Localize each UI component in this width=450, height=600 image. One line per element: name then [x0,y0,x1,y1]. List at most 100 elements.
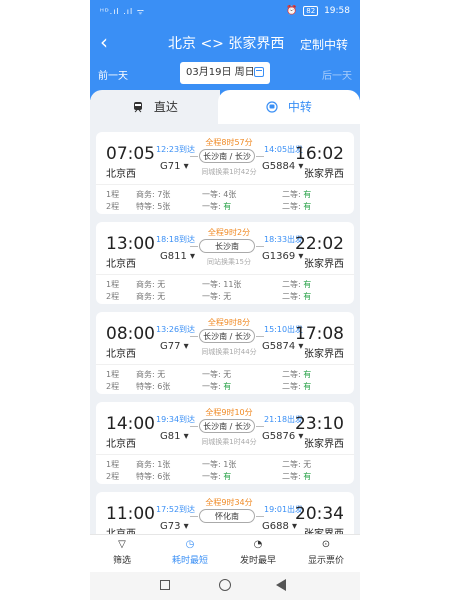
tab-direct-label: 直达 [153,100,178,114]
price-icon: ⊙ [321,539,331,550]
first-train-number[interactable]: G811 ▾ [160,251,195,262]
seat-availability: 1程 商务: 7张 一等: 4张 二等: 有 2程 特等: 5张 一等: 有 二… [96,184,354,213]
seat-availability: 1程 商务: 1张 一等: 1张 二等: 无 2程 特等: 6张 一等: 有 二… [96,454,354,483]
seat-availability: 1程 商务: 无 一等: 无 二等: 有 2程 特等: 6张 一等: 有 二等:… [96,364,354,393]
arrival-time: 22:02 [295,234,344,254]
chevron-down-icon: ▾ [183,161,189,172]
chevron-down-icon: ▾ [190,251,196,262]
arrival-station: 张家界西 [304,525,344,534]
battery-icon: 82 [303,6,319,16]
departure-time: 08:00 [106,324,155,344]
chevron-down-icon: ▾ [183,341,189,352]
first-train-number[interactable]: G73 ▾ [160,521,189,532]
status-time-area: ⏰ 82 19:58 [286,6,350,16]
departure-station: 北京西 [106,169,136,180]
second-train-number[interactable]: G688 ▾ [262,521,297,532]
arrival-station: 张家界西 [304,169,344,180]
date-picker[interactable]: 03月19日 周日 [180,62,270,84]
alarm-icon: ⏰ [286,6,298,16]
seat-row-leg1: 1程 商务: 无 一等: 11张 二等: 有 [106,280,312,289]
tab-bar: 直达 中转 [90,90,360,124]
chevron-down-icon: ▾ [183,521,189,532]
total-duration: 全程9时8分 [207,318,251,327]
next-day-button[interactable]: 后一天 [322,67,352,82]
show-price-button[interactable]: ⊙ 显示票价 [296,539,356,566]
header: ᴴᴰ.ıl .ıl ᯤ ⏰ 82 19:58 ‹ 北京 <> 张家界西 定制中转… [90,0,360,100]
seat-row-leg2: 2程 商务: 无 一等: 无 二等: 有 [106,292,312,301]
first-leg-arrival: 13:26到达 [156,325,196,334]
transfer-wait: 同城换乘1时42分 [201,168,257,176]
total-duration: 全程9时34分 [205,498,253,507]
filter-button[interactable]: ▽ 筛选 [92,539,152,566]
transfer-card[interactable]: 14:00 北京西 19:34到达 G81 ▾ 全程9时10分 长沙南 / 长沙… [96,402,354,484]
route-title: 北京 <> 张家界西 [168,36,285,52]
first-leg-arrival: 19:34到达 [156,415,196,424]
arrival-time: 20:34 [295,504,344,524]
recent-apps-icon[interactable] [160,580,170,590]
back-triangle-icon[interactable] [276,579,286,591]
first-leg-arrival: 17:52到达 [156,505,196,514]
first-train-number[interactable]: G81 ▾ [160,431,189,442]
seat-row-leg2: 2程 特等: 5张 一等: 有 二等: 有 [106,202,312,211]
transfer-station: 长沙南 [190,239,264,253]
back-arrow-icon[interactable]: ‹ [100,30,108,54]
arrival-station: 张家界西 [304,439,344,450]
sort-earliest-button[interactable]: ◔ 发时最早 [228,539,288,566]
transfer-station: 长沙南 / 长沙 [190,149,264,163]
bottom-toolbar: ▽ 筛选 ◷ 耗时最短 ◔ 发时最早 ⊙ 显示票价 [90,534,360,573]
system-nav-bar [90,572,360,600]
transfer-card[interactable]: 07:05 北京西 12:23到达 G71 ▾ 全程8时57分 长沙南 / 长沙… [96,132,354,214]
clock-time: 19:58 [324,6,350,16]
transfer-card[interactable]: 08:00 北京西 13:26到达 G77 ▾ 全程9时8分 长沙南 / 长沙 … [96,312,354,394]
first-train-number[interactable]: G77 ▾ [160,341,189,352]
tab-direct[interactable]: 直达 [90,90,220,124]
seat-row-leg1: 1程 商务: 7张 一等: 4张 二等: 有 [106,190,312,199]
seat-availability: 1程 商务: 无 一等: 11张 二等: 有 2程 商务: 无 一等: 无 二等… [96,274,354,303]
arrival-time: 23:10 [295,414,344,434]
departure-time: 13:00 [106,234,155,254]
transfer-list[interactable]: 07:05 北京西 12:23到达 G71 ▾ 全程8时57分 长沙南 / 长沙… [90,124,360,534]
nav-row: ‹ 北京 <> 张家界西 定制中转 [90,26,360,60]
date-row: 前一天 03月19日 周日 后一天 [90,62,360,86]
departure-time: 14:00 [106,414,155,434]
previous-day-button[interactable]: 前一天 [98,67,128,82]
transfer-wait: 同站换乘15分 [207,258,251,266]
signal-icons: ᴴᴰ.ıl .ıl ᯤ [100,7,146,16]
transfer-station: 长沙南 / 长沙 [190,419,264,433]
filter-icon: ▽ [118,539,126,550]
time-badge-icon: ◔ [253,539,263,550]
first-leg-arrival: 12:23到达 [156,145,196,154]
departure-station: 北京西 [106,259,136,270]
current-date: 03月19日 周日 [186,67,255,78]
total-duration: 全程9时2分 [207,228,251,237]
seat-row-leg1: 1程 商务: 无 一等: 无 二等: 有 [106,370,312,379]
sort-shortest-button[interactable]: ◷ 耗时最短 [160,539,220,566]
arrival-station: 张家界西 [304,259,344,270]
transfer-card[interactable]: 13:00 北京西 18:18到达 G811 ▾ 全程9时2分 长沙南 同站换乘… [96,222,354,304]
seat-row-leg1: 1程 商务: 1张 一等: 1张 二等: 无 [106,460,312,469]
seat-row-leg2: 2程 特等: 6张 一等: 有 二等: 有 [106,472,312,481]
phone-screen: ᴴᴰ.ıl .ıl ᯤ ⏰ 82 19:58 ‹ 北京 <> 张家界西 定制中转… [90,0,360,600]
clock-icon: ◷ [185,539,195,550]
seat-row-leg2: 2程 特等: 6张 一等: 有 二等: 有 [106,382,312,391]
tab-transfer-label: 中转 [287,100,312,114]
transfer-card[interactable]: 11:00 北京西 17:52到达 G73 ▾ 全程9时34分 怀化南 19:0… [96,492,354,534]
tab-transfer[interactable]: 中转 [218,90,360,124]
first-train-number[interactable]: G71 ▾ [160,161,189,172]
custom-transfer-button[interactable]: 定制中转 [300,36,348,54]
transfer-wait: 同城换乘1时44分 [201,348,257,356]
home-icon[interactable] [219,579,231,591]
total-duration: 全程8时57分 [205,138,253,147]
departure-station: 北京西 [106,349,136,360]
arrival-station: 张家界西 [304,349,344,360]
chevron-down-icon: ▾ [183,431,189,442]
departure-station: 北京西 [106,525,136,534]
status-bar: ᴴᴰ.ıl .ıl ᯤ ⏰ 82 19:58 [90,0,360,24]
calendar-icon [254,67,264,77]
departure-time: 07:05 [106,144,155,164]
train-icon [134,102,143,113]
first-leg-arrival: 18:18到达 [156,235,196,244]
departure-time: 11:00 [106,504,155,524]
arrival-time: 16:02 [295,144,344,164]
total-duration: 全程9时10分 [205,408,253,417]
